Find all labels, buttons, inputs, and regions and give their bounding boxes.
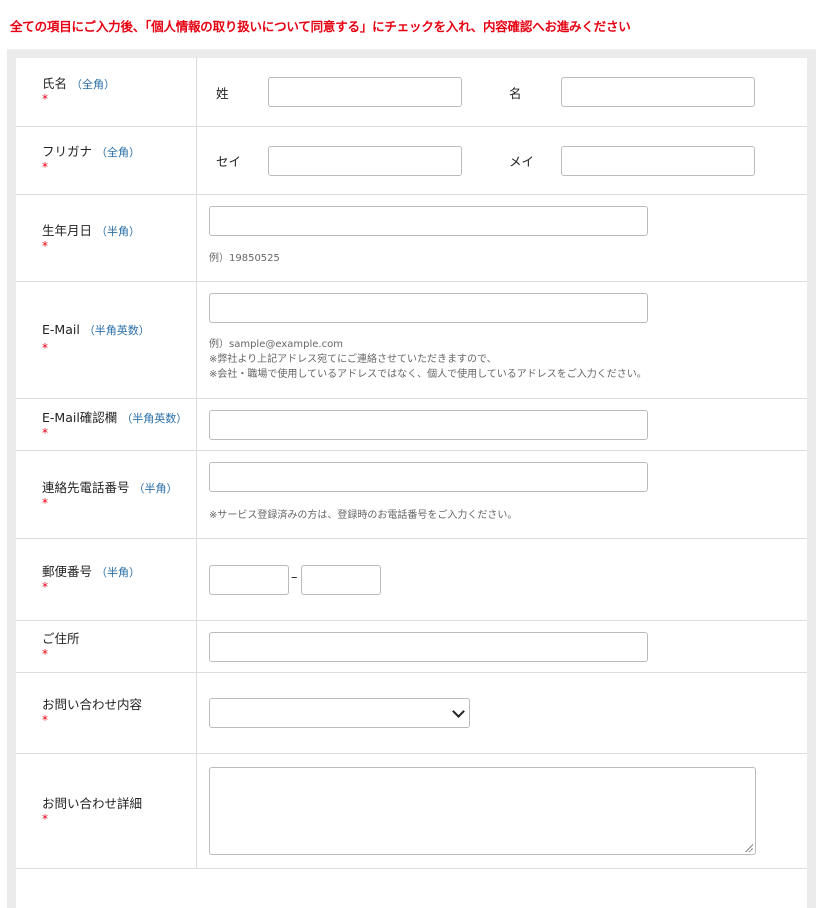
phone-input[interactable]	[209, 462, 648, 492]
email-input[interactable]	[209, 293, 648, 323]
row-postal: 郵便番号 （半角） * –	[16, 539, 807, 621]
birthday-input[interactable]	[209, 206, 648, 236]
row-email: E-Mail （半角英数） * 例）sample@example.com ※弊社よ…	[16, 282, 807, 399]
row-email-confirm: E-Mail確認欄 （半角英数） *	[16, 399, 807, 451]
required-mark: *	[42, 341, 48, 355]
form-container: 氏名 （全角） * 姓 名 フリガナ （全角） * セイ メイ 生年月日 （半角） *	[7, 49, 816, 908]
postal-separator: –	[291, 570, 298, 585]
last-name-input[interactable]	[268, 77, 462, 107]
row-inquiry-type: お問い合わせ内容 *	[16, 673, 807, 754]
resize-grip-icon[interactable]	[744, 843, 753, 852]
first-name-label: 名	[509, 86, 522, 101]
row-kana-label-cell: フリガナ （全角） *	[16, 127, 197, 194]
postal-first-input[interactable]	[209, 565, 289, 595]
form-notice: 全ての項目にご入力後、「個人情報の取り扱いについて同意する」にチェックを入れ、内…	[10, 19, 631, 34]
row-inquiry-type-label-cell: お問い合わせ内容 *	[16, 673, 197, 753]
row-name: 氏名 （全角） * 姓 名	[16, 58, 807, 127]
first-kana-input[interactable]	[561, 146, 755, 176]
required-mark: *	[42, 160, 48, 174]
phone-hint: ※サービス登録済みの方は、登録時のお電話番号をご入力ください。	[209, 510, 518, 521]
phone-tag: （半角）	[133, 482, 178, 495]
inquiry-type-label: お問い合わせ内容	[42, 697, 143, 712]
email-hint-notice: ※弊社より上記アドレス宛てにご連絡させていただきますので、	[209, 354, 497, 365]
email-hint-personal: ※会社・職場で使用しているアドレスではなく、個人で使用しているアドレスをご入力く…	[209, 369, 647, 380]
row-birthday: 生年月日 （半角） * 例）19850525	[16, 195, 807, 282]
name-label: 氏名	[42, 76, 68, 91]
required-mark: *	[42, 92, 48, 106]
inquiry-detail-textarea[interactable]	[209, 767, 756, 855]
row-email-confirm-label-cell: E-Mail確認欄 （半角英数） *	[16, 399, 197, 450]
kana-label: フリガナ	[42, 144, 93, 159]
email-tag: （半角英数）	[83, 324, 150, 337]
row-inquiry-detail-label-cell: お問い合わせ詳細 *	[16, 754, 197, 868]
birthday-tag: （半角）	[96, 225, 141, 238]
first-name-input[interactable]	[561, 77, 755, 107]
kana-tag: （全角）	[96, 146, 141, 159]
row-address: ご住所 *	[16, 621, 807, 673]
phone-label: 連絡先電話番号	[42, 480, 130, 495]
row-postal-label-cell: 郵便番号 （半角） *	[16, 539, 197, 620]
address-input[interactable]	[209, 632, 648, 662]
birthday-hint: 例）19850525	[209, 253, 280, 264]
last-kana-label: セイ	[216, 154, 242, 169]
first-kana-label: メイ	[509, 154, 535, 169]
row-kana: フリガナ （全角） * セイ メイ	[16, 127, 807, 195]
row-inquiry-detail: お問い合わせ詳細 *	[16, 754, 807, 869]
email-label: E-Mail	[42, 322, 80, 337]
postal-label: 郵便番号	[42, 564, 93, 579]
postal-second-input[interactable]	[301, 565, 381, 595]
row-phone: 連絡先電話番号 （半角） * ※サービス登録済みの方は、登録時のお電話番号をご入力…	[16, 451, 807, 539]
inquiry-type-select[interactable]	[209, 698, 470, 728]
required-mark: *	[42, 713, 48, 727]
required-mark: *	[42, 812, 48, 826]
email-confirm-tag: （半角英数）	[121, 412, 188, 425]
name-tag: （全角）	[71, 78, 116, 91]
email-confirm-input[interactable]	[209, 410, 648, 440]
row-birthday-label-cell: 生年月日 （半角） *	[16, 195, 197, 281]
last-kana-input[interactable]	[268, 146, 462, 176]
required-mark: *	[42, 239, 48, 253]
row-email-label-cell: E-Mail （半角英数） *	[16, 282, 197, 398]
inquiry-detail-label: お問い合わせ詳細	[42, 796, 143, 811]
row-name-label-cell: 氏名 （全角） *	[16, 58, 197, 126]
birthday-label: 生年月日	[42, 223, 93, 238]
last-name-label: 姓	[216, 86, 229, 101]
postal-tag: （半角）	[96, 566, 141, 579]
row-address-label-cell: ご住所 *	[16, 621, 197, 672]
email-confirm-label: E-Mail確認欄	[42, 410, 118, 425]
required-mark: *	[42, 647, 48, 661]
email-hint-example: 例）sample@example.com	[209, 339, 343, 350]
form-panel: 氏名 （全角） * 姓 名 フリガナ （全角） * セイ メイ 生年月日 （半角） *	[16, 58, 807, 908]
required-mark: *	[42, 496, 48, 510]
chevron-down-icon	[452, 705, 465, 718]
row-phone-label-cell: 連絡先電話番号 （半角） *	[16, 451, 197, 538]
address-label: ご住所	[42, 631, 80, 646]
required-mark: *	[42, 580, 48, 594]
required-mark: *	[42, 426, 48, 440]
